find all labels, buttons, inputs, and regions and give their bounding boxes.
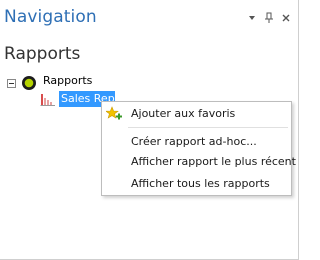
collapse-toggle[interactable] [7, 79, 16, 88]
panel-titlebar: Navigation [0, 0, 298, 38]
report-chart-icon [40, 94, 55, 106]
add-favorite-icon [106, 106, 122, 120]
close-icon[interactable] [280, 12, 292, 24]
dropdown-icon[interactable] [246, 12, 258, 24]
menu-item-create-adhoc-report[interactable]: Créer rapport ad-hoc... [102, 133, 291, 151]
status-circle-icon [22, 76, 36, 90]
menu-item-show-latest-report[interactable]: Afficher rapport le plus récent [102, 153, 296, 171]
pin-icon[interactable] [263, 12, 275, 24]
menu-item-show-all-reports[interactable]: Afficher tous les rapports [102, 175, 291, 193]
menu-item-label: Afficher rapport le plus récent [131, 155, 296, 168]
navigation-panel: Navigation Rapports Rapports Sales Repor… [0, 0, 299, 260]
menu-item-label: Créer rapport ad-hoc... [131, 135, 257, 148]
tree-node-rapports[interactable]: Rapports [43, 74, 92, 87]
menu-item-label: Afficher tous les rapports [131, 177, 270, 190]
panel-title: Navigation [4, 7, 97, 27]
section-title: Rapports [4, 44, 81, 64]
menu-item-add-favorites[interactable]: Ajouter aux favoris [102, 105, 291, 123]
menu-item-label: Ajouter aux favoris [131, 107, 236, 120]
context-menu: Ajouter aux favoris Créer rapport ad-hoc… [101, 101, 296, 196]
menu-separator [128, 127, 288, 128]
